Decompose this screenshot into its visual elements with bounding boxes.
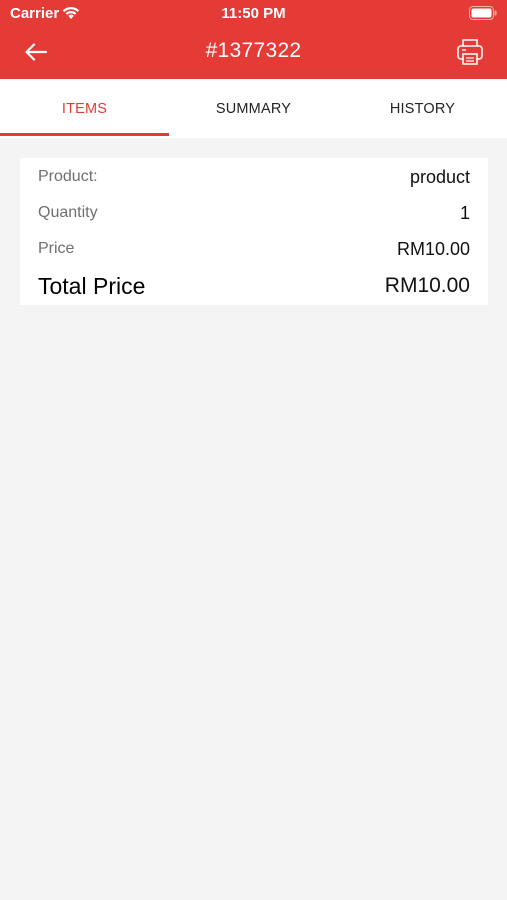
product-value: product [409,166,470,187]
app-bar: #1377322 [0,28,507,79]
item-card: Product: product Quantity 1 Price RM10.0… [20,158,488,305]
tab-items[interactable]: ITEMS [0,79,169,138]
tab-items-label: ITEMS [61,100,108,117]
tab-summary-label: SUMMARY [215,100,292,117]
total-price-row: Total Price RM10.00 [38,272,470,300]
product-row: Product: product [38,166,470,188]
quantity-row: Quantity 1 [38,202,470,224]
status-time: 11:50 PM [221,5,286,22]
order-number-title: #1377322 [205,39,302,62]
tab-bar: ITEMS SUMMARY HISTORY [0,79,507,138]
product-label: Product: [38,168,98,185]
battery-icon [469,6,497,20]
app-screen: Carrier 11:50 PM #1377322 ITEMS SUMMARY … [0,0,507,900]
tab-history[interactable]: HISTORY [338,79,507,138]
tab-summary[interactable]: SUMMARY [169,79,338,138]
quantity-label: Quantity [38,204,98,221]
price-row: Price RM10.00 [38,238,470,260]
price-value: RM10.00 [396,238,470,259]
quantity-value: 1 [459,202,470,223]
header: Carrier 11:50 PM #1377322 [0,0,507,79]
status-bar: Carrier 11:50 PM [0,0,507,28]
active-tab-indicator [0,133,169,136]
price-label: Price [38,240,75,257]
print-button[interactable] [455,36,485,68]
total-price-label: Total Price [38,272,146,299]
tab-history-label: HISTORY [389,100,456,117]
printer-icon [457,39,483,65]
total-price-value: RM10.00 [384,274,470,297]
